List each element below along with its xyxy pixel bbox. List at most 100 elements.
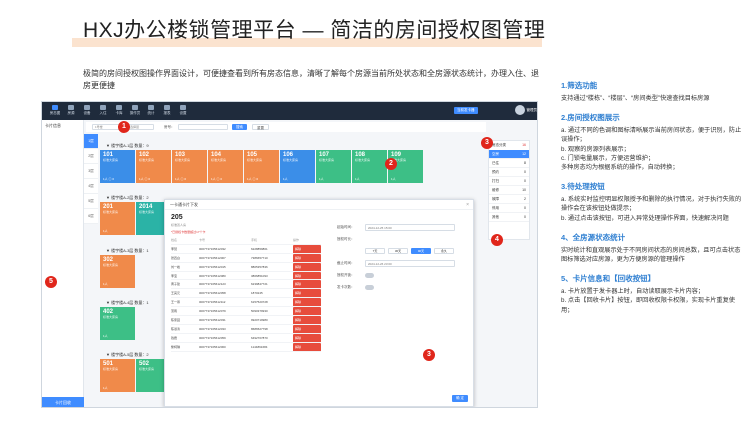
duration-option[interactable]: 30天 — [388, 248, 408, 254]
note-block: 2.房间授权图展示 a. 通过不同的色调和图标清晰展示当前房间状态，便于识别，防止… — [561, 112, 743, 172]
filter-toolbar: 1号楼 请选择层 房号： 搜索 重置 — [86, 122, 486, 132]
nav-item-2[interactable]: 设备 — [80, 105, 94, 116]
table-cell: 3866851093 — [251, 273, 268, 278]
table-header-cell: 操作 — [293, 238, 300, 242]
status-filter-6[interactable]: 停用 0 — [489, 204, 529, 213]
table-cell: 黎柯琪 — [171, 344, 181, 349]
close-icon[interactable]: × — [466, 200, 469, 210]
unbind-button[interactable]: 解除 — [293, 342, 321, 351]
unbind-button[interactable]: 解除 — [293, 307, 321, 316]
status-filter-5[interactable]: 故障 2 — [489, 195, 529, 204]
unlock-toggle[interactable] — [365, 273, 374, 278]
room-card[interactable]: 107 标准大床房 1人 — [316, 150, 351, 183]
nav-item-4[interactable]: 卡库 — [112, 105, 126, 116]
room-status-stats-panel: 房态分类 16 空房 12 已住 8 预约 0 打扫 0 维修 10 故障 2 停用 0 其他 0 — [488, 140, 530, 240]
room-card[interactable]: 108 标准大床房 1人 — [352, 150, 387, 183]
table-cell: 0007737165612058 — [199, 291, 226, 296]
status-filter-1[interactable]: 已住 8 — [489, 159, 529, 168]
nav-label: 入住 — [99, 111, 107, 115]
building-select[interactable]: 1号楼 — [92, 124, 120, 130]
unbind-button[interactable]: 解除 — [293, 244, 321, 253]
floor-item[interactable]: 1层 — [84, 134, 98, 149]
room-card[interactable]: 501 标准大床房 1人 — [100, 359, 135, 392]
start-time-input[interactable]: 2024-12-25 15:00 — [365, 224, 455, 231]
room-card[interactable]: 102 标准大床房 1人 ⓘ 0 — [136, 150, 171, 183]
floor-item[interactable]: 6层 — [84, 209, 98, 224]
room-card[interactable]: 402 标准大床房 1人 — [100, 307, 135, 340]
unbind-button[interactable]: 解除 — [293, 298, 321, 307]
unbind-button[interactable]: 解除 — [293, 262, 321, 271]
floor-item[interactable]: 3层 — [84, 164, 98, 179]
room-card[interactable]: 201 标准大床房 1人 — [100, 202, 135, 235]
nav-label: 设置 — [179, 111, 187, 115]
room-card[interactable]: 104 标准大床房 1人 ⓘ 0 — [208, 150, 243, 183]
nav-item-1[interactable]: 房源 — [64, 105, 78, 116]
duration-option[interactable]: 永久 — [434, 248, 454, 254]
card-recycle-button[interactable]: 卡片回收 — [42, 397, 84, 407]
note-line: c. 门锁电量展示，方便运营维护； — [561, 154, 655, 162]
nav-item-3[interactable]: 入住 — [96, 105, 110, 116]
callout-marker-3b: 3 — [423, 349, 435, 361]
room-card[interactable]: 302 标准大床房 1人 — [100, 255, 135, 288]
table-cell: 陈淑清 — [171, 326, 181, 331]
nav-item-6[interactable]: 统计 — [144, 105, 158, 116]
unbind-button[interactable]: 解除 — [293, 271, 321, 280]
nav-item-0[interactable]: 房态图 — [48, 105, 62, 116]
status-count: 8 — [524, 161, 526, 165]
status-filter-4[interactable]: 维修 10 — [489, 186, 529, 195]
search-button[interactable]: 搜索 — [232, 124, 247, 130]
unbind-button[interactable]: 解除 — [293, 333, 321, 342]
room-card[interactable]: 105 标准大床房 1人 ⓘ 0 — [244, 150, 279, 183]
confirm-button[interactable]: 确 定 — [452, 395, 468, 402]
status-filter-3[interactable]: 打扫 0 — [489, 177, 529, 186]
unbind-button[interactable]: 解除 — [293, 289, 321, 298]
room-card[interactable]: 103 标准大床房 1人 ⓘ 0 — [172, 150, 207, 183]
reset-button[interactable]: 重置 — [252, 124, 269, 130]
status-filter-7[interactable]: 其他 0 — [489, 213, 529, 222]
floor-list: 1层 2层 3层 4层 5层 6层 — [84, 134, 98, 224]
table-cell: 1870245 — [251, 291, 263, 296]
status-count: 2 — [524, 197, 526, 201]
table-row: 王一昂 0007737165612112 6157520728 解除 — [171, 298, 321, 308]
table-row: 刘一峰 0007737165612015 8805357836 解除 — [171, 262, 321, 272]
note-block: 5、卡片信息和【回收按钮】 a. 卡片放置于发卡器上时，自动读取展示卡片内容； b.… — [561, 273, 743, 315]
issue-count-toggle[interactable] — [365, 285, 374, 290]
room-input[interactable] — [178, 124, 228, 130]
nav-item-5[interactable]: 操作员 — [128, 105, 142, 116]
status-label: 维修 — [492, 188, 499, 192]
status-label: 停用 — [492, 206, 499, 210]
table-cell: 王亮元 — [171, 291, 181, 296]
room-meta: 1人 — [355, 177, 360, 181]
table-header-cell: 姓名 — [171, 238, 178, 242]
table-cell: 李宝 — [171, 273, 178, 278]
nav-item-7[interactable]: 报表 — [160, 105, 174, 116]
duration-option[interactable]: 7天 — [365, 248, 385, 254]
nav-item-8[interactable]: 设置 — [176, 105, 190, 116]
note-line: a. 通过不同的色调和图标清晰展示当前房间状态，便于识别，防止误操作； — [561, 127, 742, 144]
floor-item[interactable]: 2层 — [84, 149, 98, 164]
note-line: b. 点击【回收卡片】按钮，即回收权限卡权限，实现卡片重复使用； — [561, 297, 735, 314]
room-type: 标准大床房 — [103, 158, 119, 162]
nav-icon — [164, 105, 170, 110]
floor-item[interactable]: 5层 — [84, 194, 98, 209]
current-card-reader-button[interactable]: 当前发卡器 — [454, 107, 478, 114]
note-block: 4、全房源状态统计 实时统计和直观展示处于不同房间状态的房间总数，且可点击状态图标… — [561, 232, 743, 264]
nav-icon — [100, 105, 106, 110]
card-info-pane: 卡片信息 卡片回收 — [42, 120, 84, 407]
unbind-button[interactable]: 解除 — [293, 324, 321, 333]
dialog-warning: *已授权卡数量超过17个卡 — [171, 230, 206, 234]
duration-option[interactable]: 90天 — [411, 248, 431, 254]
unbind-button[interactable]: 解除 — [293, 280, 321, 289]
unbind-button[interactable]: 解除 — [293, 316, 321, 324]
floor-item[interactable]: 4层 — [84, 179, 98, 194]
section-header[interactable]: ▼ 楼宇楼A-1层 数量：9 — [100, 142, 476, 150]
unbind-label: 解除 — [293, 262, 321, 271]
unbind-button[interactable]: 解除 — [293, 253, 321, 262]
table-cell: 张四白 — [171, 255, 181, 260]
avatar[interactable] — [515, 105, 525, 115]
status-filter-2[interactable]: 预约 0 — [489, 168, 529, 177]
room-card[interactable]: 106 标准大床房 1人 — [280, 150, 315, 183]
status-filter-0[interactable]: 空房 12 — [489, 150, 529, 159]
room-card[interactable]: 101 标准大床房 1人 ⓘ 0 — [100, 150, 135, 183]
end-time-input[interactable]: 2024-12-26 23:00 — [365, 260, 455, 267]
